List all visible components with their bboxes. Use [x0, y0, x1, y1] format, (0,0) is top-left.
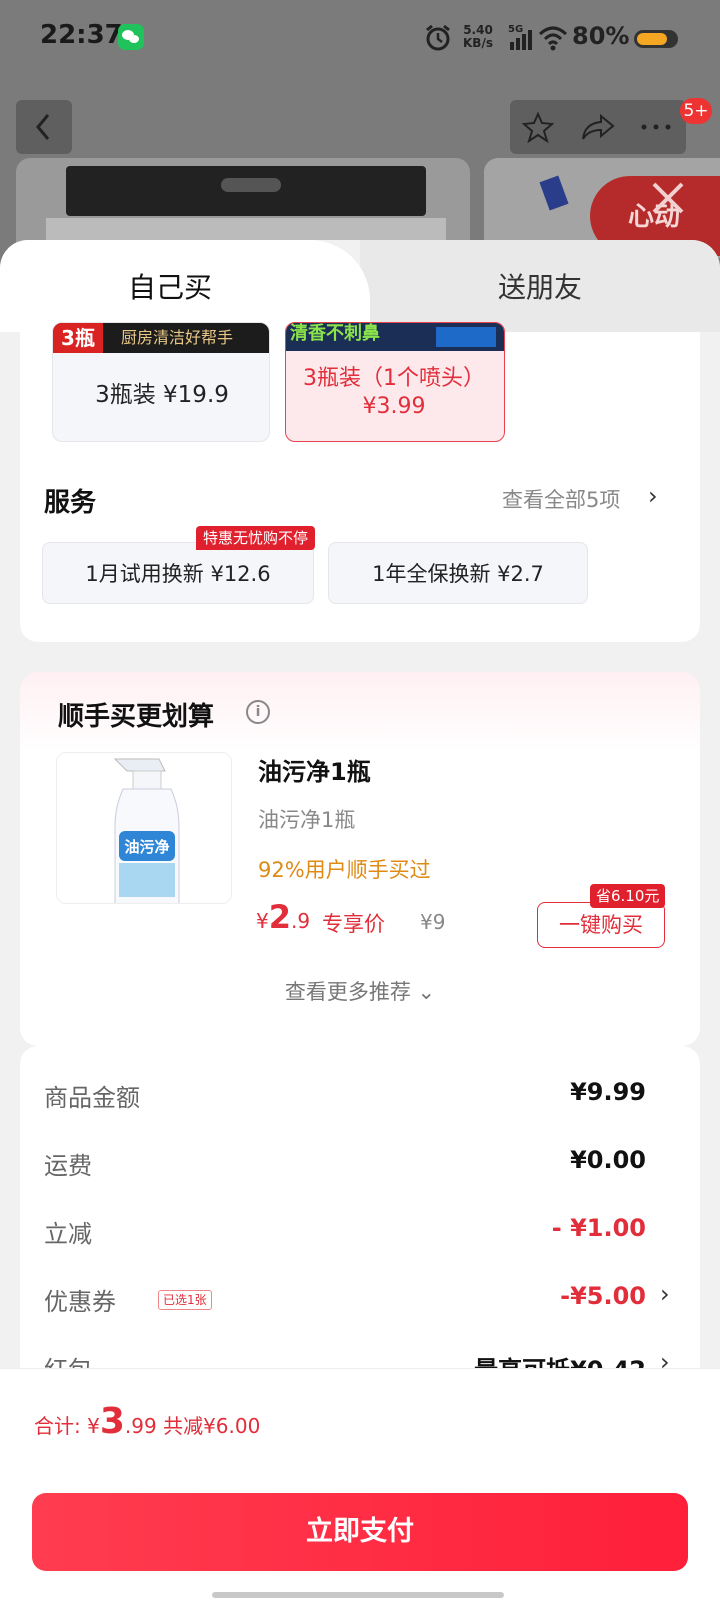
checkout-footer: 合计: ¥3.99 共减¥6.00 立即支付: [0, 1368, 720, 1600]
chevron-right-icon[interactable]: ›: [648, 482, 658, 510]
service-promo-badge: 特惠无忧购不停: [196, 526, 316, 550]
addon-save-badge: 省6.10元: [590, 884, 666, 908]
favorite-button[interactable]: [510, 100, 566, 154]
addon-original-price: ¥9: [420, 910, 446, 934]
view-more-recommendations[interactable]: 查看更多推荐 ⌄: [20, 976, 700, 1006]
svg-text:油污净: 油污净: [124, 838, 169, 856]
share-button[interactable]: [570, 100, 626, 154]
addon-exclusive-label: 专享价: [322, 912, 385, 936]
tab-gift-friend[interactable]: 送朋友: [360, 240, 720, 332]
spray-bottle-illustration: 油污净: [113, 758, 180, 903]
sku-option-2-selected[interactable]: 清香不刺鼻 3瓶装（1个喷头） ¥3.99: [285, 322, 505, 442]
one-click-buy-button[interactable]: 一键购买: [537, 902, 665, 948]
addon-product-image[interactable]: 油污净: [56, 752, 232, 904]
summary-label-goods: 商品金额: [44, 1084, 140, 1112]
chevron-down-icon: ⌄: [417, 980, 436, 1004]
network-speed: 5.40 KB/s: [463, 23, 493, 50]
close-icon[interactable]: [648, 178, 688, 218]
service-option-warranty[interactable]: 1年全保换新 ¥2.7: [328, 542, 588, 604]
back-button[interactable]: [16, 100, 72, 154]
summary-label-coupon[interactable]: 优惠券: [44, 1282, 116, 1317]
status-time: 22:37: [40, 20, 123, 50]
wifi-icon: [538, 26, 568, 51]
sku-services-card: 厨房清洁好帮手 3瓶 3瓶装 ¥19.9 清香不刺鼻 3瓶装（1个喷头） ¥3.…: [20, 322, 700, 642]
sku-option-1[interactable]: 厨房清洁好帮手 3瓶 3瓶装 ¥19.9: [52, 322, 270, 442]
sku-option-banner: 清香不刺鼻: [286, 323, 504, 351]
chevron-right-icon[interactable]: ›: [660, 1280, 670, 1308]
addon-product-spec: 油污净1瓶: [258, 808, 356, 832]
addon-card: 顺手买更划算 i 油污净 油污净1瓶 油污净1瓶 92%用户顺手买过 ¥2.9 …: [20, 672, 700, 1046]
home-indicator[interactable]: [212, 1592, 504, 1598]
alarm-icon: [426, 24, 450, 51]
share-icon: [582, 113, 615, 140]
signal-5g-icon: 5G: [508, 24, 534, 52]
cart-badge: 5+: [680, 98, 712, 124]
order-total: 合计: ¥3.99 共减¥6.00: [34, 1401, 261, 1442]
wechat-notification-icon: [118, 24, 144, 50]
addon-title: 顺手买更划算: [58, 702, 215, 732]
tab-buy-self[interactable]: 自己买: [0, 240, 340, 332]
addon-bought-percent: 92%用户顺手买过: [258, 858, 431, 882]
coupon-selected-tag: 已选1张: [158, 1290, 212, 1310]
summary-label-shipping: 运费: [44, 1152, 92, 1180]
sku-option-label: 3瓶装 ¥19.9: [95, 382, 229, 408]
status-bar: 22:37 5.40 KB/s 5G 80%: [0, 0, 720, 80]
sku-option-tag: 3瓶: [53, 323, 103, 353]
service-option-trial[interactable]: 1月试用换新 ¥12.6: [42, 542, 314, 604]
summary-value-goods: ¥9.99: [570, 1078, 646, 1106]
battery-percent: 80%: [572, 22, 630, 50]
summary-value-shipping: ¥0.00: [570, 1146, 646, 1174]
star-icon: [522, 111, 554, 143]
summary-value-discount: - ¥1.00: [551, 1214, 646, 1242]
sku-option-label: 3瓶装（1个喷头） ¥3.99: [303, 366, 485, 419]
summary-label-discount: 立减: [44, 1220, 92, 1248]
more-button[interactable]: [628, 100, 684, 154]
addon-price: ¥2.9: [256, 898, 311, 936]
pay-now-button[interactable]: 立即支付: [32, 1493, 688, 1571]
chevron-left-icon: [36, 114, 50, 140]
summary-value-coupon[interactable]: -¥5.00: [560, 1282, 646, 1310]
purchase-sheet: 送朋友 自己买 厨房清洁好帮手 3瓶 3瓶装 ¥19.9 清香不刺鼻 3瓶装（1…: [0, 240, 720, 1600]
battery-icon: [634, 30, 678, 48]
services-view-all[interactable]: 查看全部5项: [502, 484, 620, 514]
services-title: 服务: [44, 488, 97, 518]
info-icon[interactable]: i: [246, 700, 270, 724]
addon-product-name[interactable]: 油污净1瓶: [258, 752, 371, 787]
total-discount: 共减¥6.00: [163, 1414, 261, 1438]
more-dots-icon: [641, 124, 671, 130]
